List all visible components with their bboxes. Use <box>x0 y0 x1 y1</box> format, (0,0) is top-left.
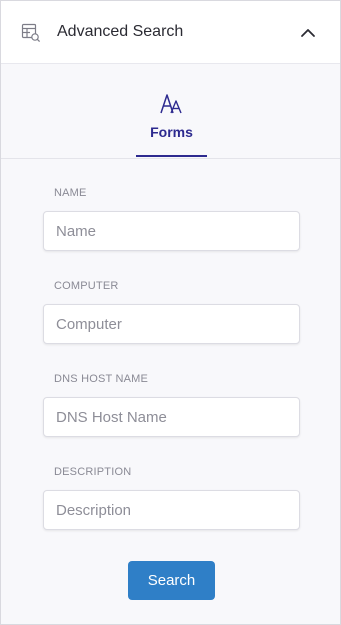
description-input[interactable] <box>43 490 300 530</box>
name-input[interactable] <box>43 211 300 251</box>
tab-forms-label: Forms <box>150 124 193 140</box>
panel-title: Advanced Search <box>57 23 184 40</box>
search-button[interactable]: Search <box>128 561 215 600</box>
chevron-up-icon[interactable] <box>296 21 320 45</box>
dns-host-name-label: DNS HOST NAME <box>54 373 149 385</box>
font-size-icon <box>159 92 185 116</box>
panel-header[interactable]: Advanced Search <box>1 1 340 64</box>
advanced-search-panel: Advanced Search Forms NAME COMPUTER DNS … <box>0 0 341 625</box>
computer-input[interactable] <box>43 304 300 344</box>
description-label: DESCRIPTION <box>54 466 132 478</box>
active-tab-indicator <box>136 155 207 157</box>
tab-bar: Forms <box>1 64 340 159</box>
computer-label: COMPUTER <box>54 280 119 292</box>
table-search-icon <box>21 23 41 43</box>
dns-host-name-input[interactable] <box>43 397 300 437</box>
tab-forms[interactable]: Forms <box>136 64 207 157</box>
name-label: NAME <box>54 187 87 199</box>
